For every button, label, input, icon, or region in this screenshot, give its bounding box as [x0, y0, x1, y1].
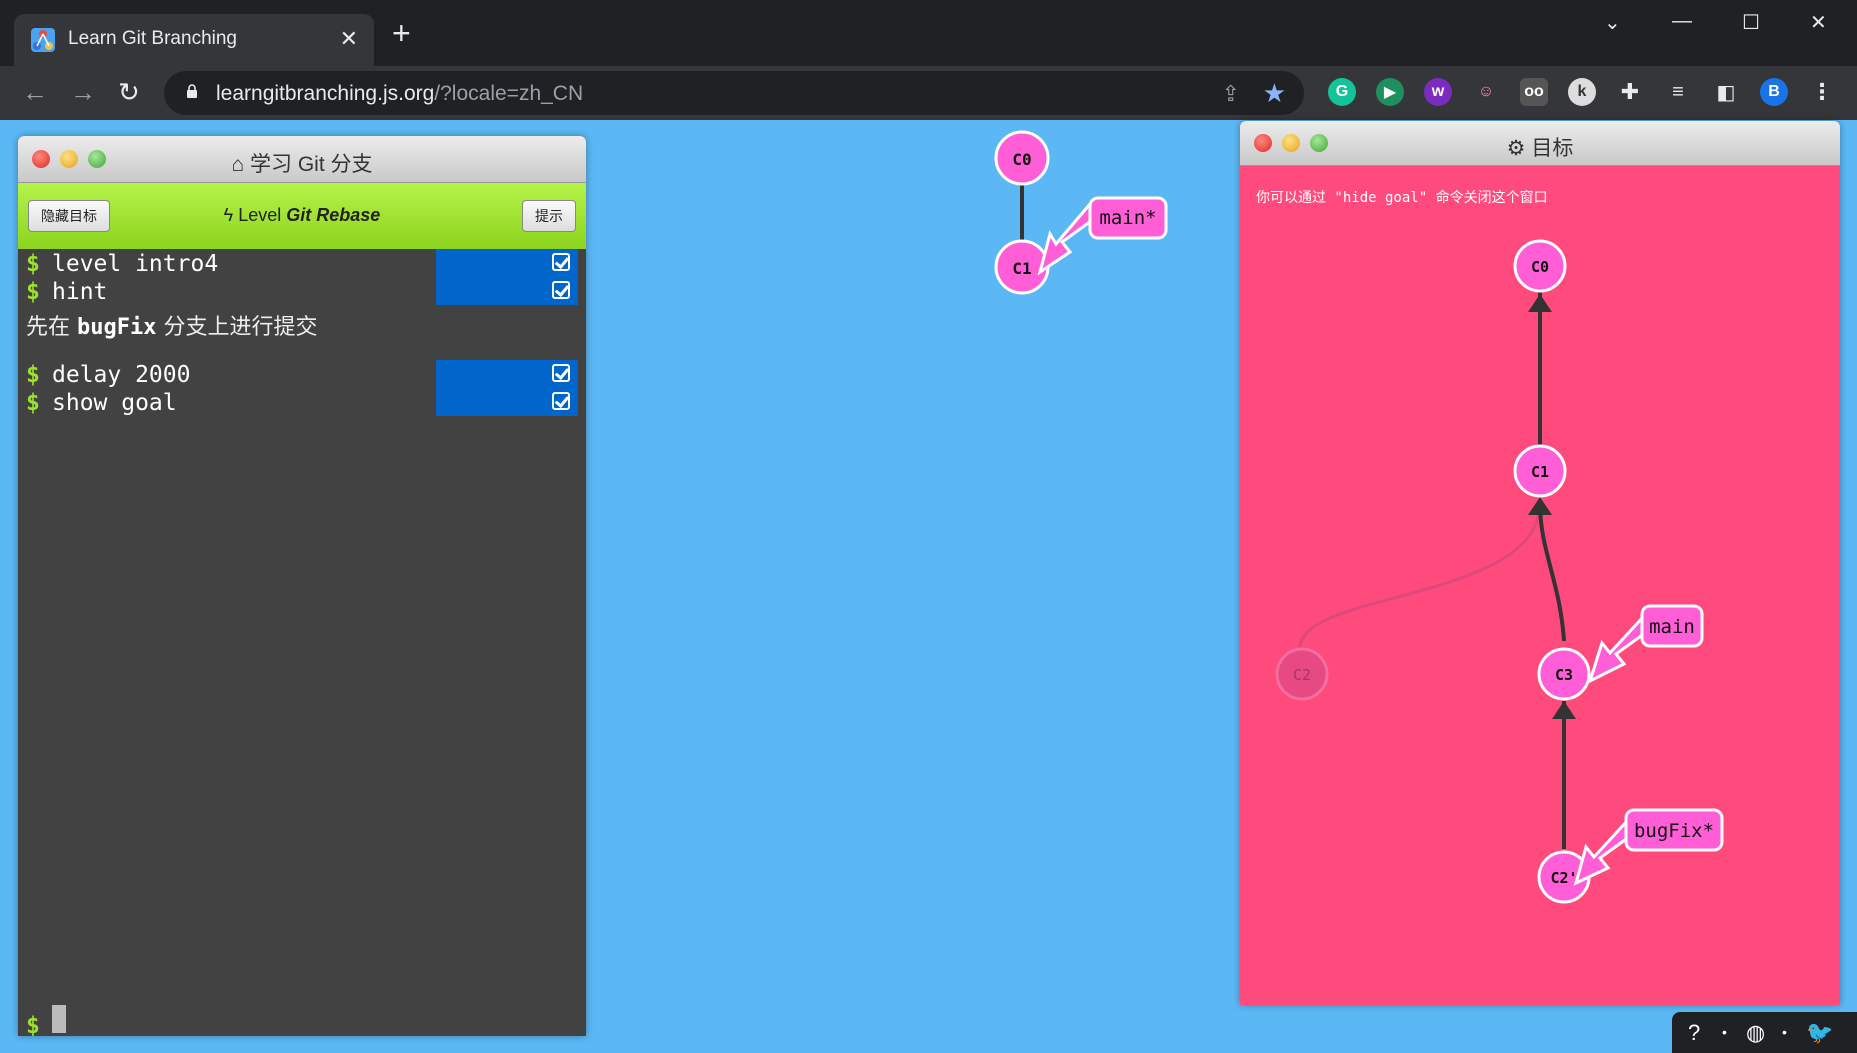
commit-label-c0: C0: [1531, 258, 1549, 276]
url-host: learngitbranching.js.org: [216, 82, 435, 105]
terminal-title-bar: ⌂ 学习 Git 分支: [18, 136, 586, 183]
k-ext-icon[interactable]: k: [1568, 78, 1596, 106]
separator-dot: •: [1722, 1024, 1727, 1040]
separator-dot: •: [1782, 1024, 1787, 1040]
glasses-ext-icon[interactable]: oo: [1520, 78, 1548, 106]
terminal-output: $ level intro4 $ hint 先在 bugFix 分支上进行提交 …: [18, 249, 586, 1036]
prompt-symbol: $: [26, 251, 40, 277]
new-tab-button[interactable]: +: [392, 17, 411, 49]
home-icon: ⌂: [231, 153, 245, 176]
twitter-icon[interactable]: 🐦: [1806, 1020, 1833, 1046]
profile-avatar[interactable]: B: [1760, 78, 1788, 106]
command-text: show goal: [52, 390, 177, 416]
reading-list-icon[interactable]: ≡: [1664, 78, 1692, 106]
url-path: /?locale=zh_CN: [434, 82, 584, 105]
back-icon[interactable]: ←: [22, 78, 48, 106]
commit-label-c3: C3: [1555, 666, 1573, 684]
branch-label-main: main*: [1099, 207, 1156, 229]
command-status: [436, 360, 578, 388]
hint-message: 先在 bugFix 分支上进行提交: [26, 309, 317, 341]
checkbox-checked-icon: [552, 253, 570, 271]
command-status: [436, 249, 578, 277]
checkbox-checked-icon: [552, 364, 570, 382]
commit-label-c0: C0: [1012, 150, 1031, 169]
minimize-icon[interactable]: —: [1672, 10, 1692, 33]
forward-icon[interactable]: →: [70, 78, 96, 106]
w-ext-icon[interactable]: w: [1424, 78, 1452, 106]
edge-arrowhead: [1528, 497, 1552, 515]
command-row: $ show goal: [18, 388, 586, 416]
command-row: $ hint: [18, 277, 586, 305]
command-text: delay 2000: [52, 362, 191, 388]
hint-code: bugFix: [77, 315, 157, 340]
lock-icon: [187, 84, 197, 98]
git-branching-favicon-icon: [31, 28, 55, 52]
help-icon[interactable]: ?: [1688, 1020, 1700, 1046]
command-status: [436, 277, 578, 305]
tab-close-icon[interactable]: ✕: [340, 26, 358, 52]
prompt-symbol: $: [26, 362, 40, 388]
url-text: learngitbranching.js.org/?locale=zh_CN: [216, 82, 583, 106]
browser-toolbar: ← → ↻ learngitbranching.js.org/?locale=z…: [0, 66, 1857, 120]
input-prompt-symbol: $: [26, 1013, 40, 1036]
command-group: $ delay 2000 $ show goal: [18, 360, 586, 416]
prompt-symbol: $: [26, 279, 40, 305]
terminal-title: ⌂ 学习 Git 分支: [18, 148, 586, 178]
hint-button[interactable]: 提示: [522, 200, 576, 232]
close-window-icon[interactable]: ✕: [1810, 10, 1827, 35]
terminal-title-text: 学习 Git 分支: [250, 153, 373, 176]
commit-label-c2: C2: [1293, 666, 1311, 684]
checkbox-checked-icon: [552, 281, 570, 299]
commit-edge-faded: [1298, 502, 1542, 649]
commit-label-c1: C1: [1012, 259, 1031, 278]
commit-label-c1: C1: [1531, 463, 1549, 481]
command-text: level intro4: [52, 251, 219, 277]
command-row: $ delay 2000: [18, 360, 586, 388]
grammarly-icon[interactable]: G: [1328, 78, 1356, 106]
commit-edge: [1538, 502, 1566, 642]
browser-tab-bar: Learn Git Branching ✕ + ⌄ — ☐ ✕: [0, 0, 1857, 66]
share-icon[interactable]: ⇪: [1222, 81, 1240, 107]
maximize-icon[interactable]: ☐: [1742, 10, 1760, 35]
tab-search-icon[interactable]: ⌄: [1604, 10, 1621, 35]
edge-arrowhead: [1528, 294, 1552, 312]
branch-label-bugfix: bugFix*: [1634, 820, 1714, 842]
command-group: $ level intro4 $ hint: [18, 249, 586, 305]
terminal-window: ⌂ 学习 Git 分支 隐藏目标 ϟ Level Git Rebase 提示 $…: [18, 136, 586, 1036]
bookmark-star-icon[interactable]: ★: [1263, 78, 1286, 109]
puzzle-icon[interactable]: ✚: [1616, 78, 1644, 106]
address-bar[interactable]: learngitbranching.js.org/?locale=zh_CN ⇪…: [164, 71, 1304, 115]
command-row: $ level intro4: [18, 249, 586, 277]
level-name: Git Rebase: [286, 205, 381, 225]
refresh-ext-icon[interactable]: ▶: [1376, 78, 1404, 106]
hint-suffix: 分支上进行提交: [156, 315, 318, 340]
reload-icon[interactable]: ↻: [118, 78, 140, 106]
level-title: ϟ Level Git Rebase: [18, 205, 586, 226]
goal-window: ⚙ 目标 你可以通过 "hide goal" 命令关闭这个窗口 C0 C1 C2…: [1240, 121, 1840, 1005]
level-toolbar: 隐藏目标 ϟ Level Git Rebase 提示: [18, 183, 586, 249]
footer-bar: ? • ◍ • 🐦: [1672, 1012, 1857, 1053]
bolt-icon: ϟ: [223, 205, 234, 225]
hint-prefix: 先在: [26, 315, 77, 340]
branch-label-main: main: [1649, 616, 1695, 638]
side-panel-icon[interactable]: ◧: [1712, 78, 1740, 106]
tab-title: Learn Git Branching: [68, 28, 237, 49]
command-status: [436, 388, 578, 416]
goal-graph: C0 C1 C2 C3 C2' main bugFix*: [1275, 239, 1724, 904]
level-prefix: Level: [238, 205, 282, 225]
checkbox-checked-icon: [552, 392, 570, 410]
edge-arrowhead: [1552, 701, 1576, 719]
commit-label-c2-prime: C2': [1550, 869, 1577, 887]
prompt-symbol: $: [26, 390, 40, 416]
browser-tab[interactable]: Learn Git Branching ✕: [14, 14, 374, 66]
cat-ext-icon[interactable]: ☺: [1472, 78, 1500, 106]
command-input[interactable]: [52, 1005, 66, 1033]
menu-icon[interactable]: ⋮: [1808, 78, 1836, 106]
command-text: hint: [52, 279, 108, 305]
globe-icon[interactable]: ◍: [1746, 1020, 1765, 1046]
